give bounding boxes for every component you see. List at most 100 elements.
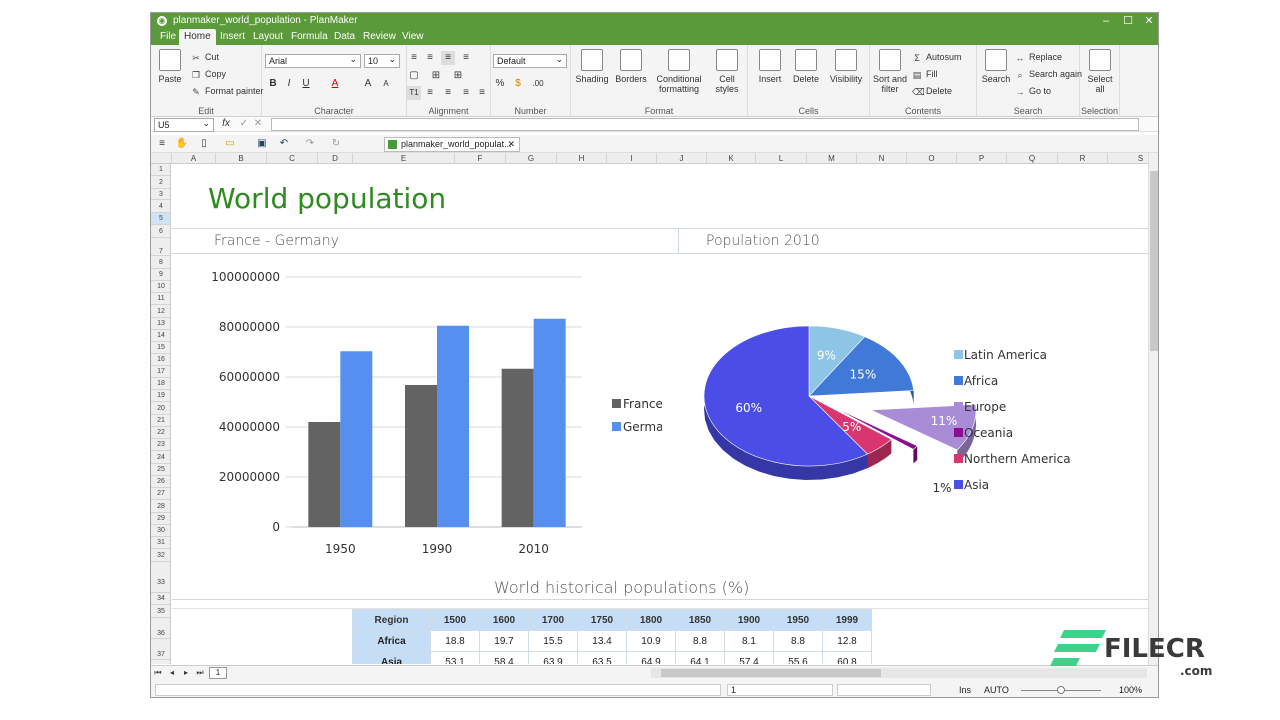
align-bottom-icon[interactable]: ≡ (441, 51, 455, 65)
row-header[interactable]: 18 (151, 378, 170, 390)
tab-data[interactable]: Data (329, 29, 360, 45)
row-header[interactable]: 5 (151, 213, 170, 225)
insert-mode[interactable]: Ins (959, 685, 971, 695)
row-header[interactable]: 15 (151, 342, 170, 354)
column-header[interactable]: B (216, 153, 267, 164)
row-header[interactable]: 10 (151, 281, 170, 293)
formula-input[interactable] (271, 118, 1139, 131)
align-top-icon[interactable]: ≡ (407, 51, 421, 65)
cancel-icon[interactable]: ✕ (251, 117, 265, 131)
row-header[interactable]: 25 (151, 464, 170, 476)
row-header[interactable]: 33 (151, 562, 170, 593)
underline-button[interactable]: U (299, 77, 313, 91)
row-header[interactable]: 8 (151, 256, 170, 269)
row-header[interactable]: 9 (151, 269, 170, 281)
cell-styles-button[interactable]: Cell styles (709, 49, 745, 94)
bar-france-2010[interactable] (501, 368, 534, 527)
table-header-cell[interactable]: 1900 (724, 609, 774, 631)
column-header[interactable]: A (172, 153, 216, 164)
close-button[interactable]: ✕ (1138, 13, 1158, 29)
table-cell[interactable]: 10.9 (626, 630, 676, 652)
column-header[interactable]: O (907, 153, 957, 164)
row-header[interactable]: 27 (151, 488, 170, 500)
row-header[interactable]: 12 (151, 305, 170, 318)
tab-formula[interactable]: Formula (286, 29, 333, 45)
table-header-cell[interactable]: 1850 (675, 609, 725, 631)
paste-button[interactable]: Paste (157, 49, 183, 84)
repeat-icon[interactable]: ↻ (329, 137, 343, 151)
table-header-cell[interactable]: Region (352, 609, 431, 631)
table-cell[interactable]: 57.4 (724, 651, 774, 664)
table-cell[interactable]: 64.9 (626, 651, 676, 664)
row-header[interactable]: 36 (151, 618, 170, 639)
table-cell[interactable]: 19.7 (479, 630, 529, 652)
bar-france-1950[interactable] (308, 422, 341, 527)
wrap-icon[interactable]: ≡ (459, 51, 473, 65)
table-cell[interactable]: 13.4 (577, 630, 627, 652)
font-select[interactable]: Arial (265, 53, 361, 68)
delete-contents-button[interactable]: ⌫Delete (912, 85, 952, 97)
row-header[interactable]: 20 (151, 402, 170, 415)
zoom-level[interactable]: 100% (1119, 685, 1142, 695)
indent-icon[interactable]: T1 (407, 86, 421, 100)
tab-file[interactable]: File (155, 29, 181, 45)
column-header[interactable]: M (807, 153, 857, 164)
fill-button[interactable]: ▤ Fill (912, 68, 938, 80)
row-header[interactable]: 28 (151, 500, 170, 513)
conditional-formatting-button[interactable]: Conditional formatting (653, 49, 705, 94)
column-header[interactable]: N (857, 153, 907, 164)
table-header-cell[interactable]: 1600 (479, 609, 529, 631)
population-table[interactable]: Region 1500 1600 1700 1750 1800 1850 1900 1950 19… (352, 609, 872, 664)
column-header[interactable]: P (957, 153, 1007, 164)
sheet-tab[interactable]: 1 (209, 667, 227, 679)
column-header[interactable]: J (657, 153, 707, 164)
row-header[interactable]: 14 (151, 330, 170, 342)
column-header[interactable]: K (707, 153, 756, 164)
column-header[interactable]: F (455, 153, 506, 164)
table-header-cell[interactable]: 1999 (822, 609, 872, 631)
italic-button[interactable]: I (282, 77, 296, 91)
column-header[interactable]: G (506, 153, 557, 164)
maximize-button[interactable]: ☐ (1117, 13, 1139, 29)
table-header-cell[interactable]: 1750 (577, 609, 627, 631)
hand-icon[interactable]: ✋ (175, 137, 189, 151)
row-header[interactable]: 21 (151, 415, 170, 427)
row-header[interactable]: 1 (151, 164, 170, 176)
column-header[interactable]: E (353, 153, 455, 164)
column-header[interactable]: L (756, 153, 807, 164)
goto-button[interactable]: → Go to (1015, 85, 1052, 97)
copy-button[interactable]: ❐ Copy (191, 68, 226, 80)
check-icon[interactable]: ✓ (237, 117, 251, 131)
column-header[interactable]: C (267, 153, 318, 164)
align-right-icon[interactable]: ≡ (459, 86, 473, 100)
table-cell[interactable]: 64.1 (675, 651, 725, 664)
tab-layout[interactable]: Layout (248, 29, 288, 45)
row-header[interactable]: 29 (151, 513, 170, 525)
row-header[interactable]: 3 (151, 189, 170, 200)
table-header-cell[interactable]: 1500 (430, 609, 480, 631)
tab-view[interactable]: View (397, 29, 429, 45)
justify-icon[interactable]: ≡ (475, 86, 489, 100)
table-cell[interactable]: 58.4 (479, 651, 529, 664)
last-sheet-icon[interactable]: ⏭ (193, 666, 207, 680)
select-all-corner[interactable] (151, 153, 172, 164)
row-header[interactable]: 24 (151, 451, 170, 464)
column-header[interactable]: Q (1007, 153, 1058, 164)
table-cell[interactable]: 60.8 (822, 651, 872, 664)
align-left-icon[interactable]: ≡ (423, 86, 437, 100)
cell-reference-box[interactable]: U5 (154, 117, 214, 132)
border-box-icon[interactable]: ▢ (407, 69, 421, 83)
table-cell[interactable]: 53.1 (430, 651, 480, 664)
bold-button[interactable]: B (266, 77, 280, 91)
row-header[interactable]: 26 (151, 476, 170, 488)
shrink-font-button[interactable]: A (379, 77, 393, 91)
scroll-thumb[interactable] (1150, 171, 1158, 351)
grid-icon[interactable]: ⊞ (451, 69, 465, 83)
tab-home[interactable]: Home (179, 29, 216, 45)
column-header[interactable]: R (1058, 153, 1108, 164)
table-header-cell[interactable]: 1950 (773, 609, 823, 631)
search-button[interactable]: Search (979, 49, 1013, 84)
autosum-button[interactable]: Σ Autosum (912, 51, 961, 63)
font-color-button[interactable]: A (328, 77, 342, 91)
redo-icon[interactable]: ↷ (303, 137, 317, 151)
